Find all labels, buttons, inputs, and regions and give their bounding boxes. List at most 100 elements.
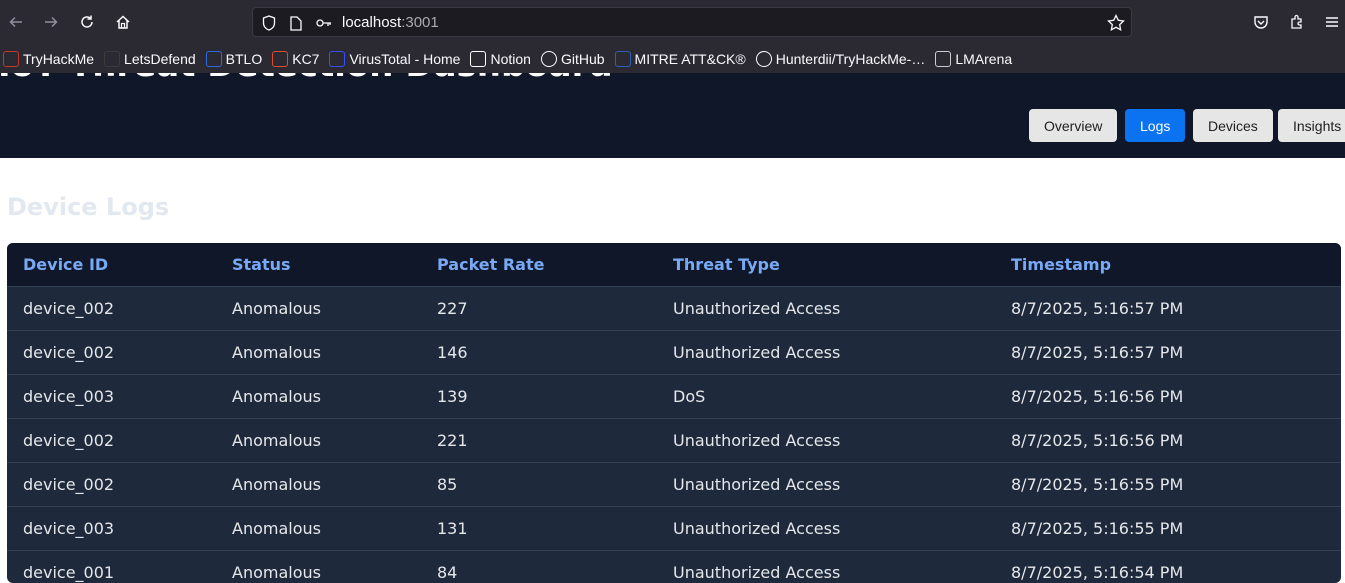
timestamp-cell: 8/7/2025, 5:16:55 PM — [1011, 519, 1184, 538]
pocket-icon[interactable] — [1249, 10, 1273, 34]
packet-rate-cell: 85 — [437, 475, 458, 494]
bookmark-label: GitHub — [560, 50, 605, 67]
status-cell: Anomalous — [232, 475, 321, 494]
address-bar[interactable]: localhost:3001 — [252, 7, 1132, 37]
bookmark-label: LetsDefend — [124, 50, 196, 67]
virustotal-icon — [329, 50, 346, 67]
threat-type-cell: Unauthorized Access — [673, 563, 841, 582]
page-title: IoT Threat Detection Dashboard — [0, 73, 613, 85]
device-id-cell: device_002 — [23, 431, 115, 450]
table-header: Device ID Status Packet Rate Threat Type… — [7, 243, 1341, 286]
status-cell: Anomalous — [232, 299, 321, 318]
column-header-device-id[interactable]: Device ID — [23, 255, 108, 274]
device-id-cell: device_002 — [23, 475, 115, 494]
shield-icon[interactable] — [260, 14, 278, 32]
bookmark-item[interactable]: Notion — [470, 47, 531, 71]
bookmark-item[interactable]: KC7 — [272, 47, 319, 71]
packet-rate-cell: 227 — [437, 299, 468, 318]
device-id-cell: device_003 — [23, 519, 115, 538]
letsdefend-icon — [104, 50, 121, 67]
bookmark-label: VirusTotal - Home — [349, 50, 461, 67]
status-cell: Anomalous — [232, 343, 321, 362]
table-row[interactable]: device_002 Anomalous 85 Unauthorized Access… — [7, 462, 1341, 506]
bookmark-label: LMArena — [955, 50, 1013, 67]
bookmark-label: TryHackMe — [23, 50, 95, 67]
github-icon — [540, 50, 557, 67]
bookmark-item[interactable]: LetsDefend — [104, 47, 196, 71]
table-row[interactable]: device_002 Anomalous 221 Unauthorized Acces… — [7, 418, 1341, 462]
status-cell: Anomalous — [232, 519, 321, 538]
notion-icon — [470, 50, 487, 67]
packet-rate-cell: 139 — [437, 387, 468, 406]
bookmark-item[interactable]: GitHub — [540, 47, 605, 71]
nav-overview-button[interactable]: Overview — [1029, 109, 1118, 142]
timestamp-cell: 8/7/2025, 5:16:55 PM — [1011, 475, 1184, 494]
extensions-icon[interactable] — [1285, 10, 1309, 34]
bookmark-label: Notion — [490, 50, 531, 67]
page-icon — [287, 14, 305, 32]
nav-insights-button[interactable]: Insights — [1278, 109, 1345, 142]
url-port: :3001 — [401, 14, 439, 31]
packet-rate-cell: 84 — [437, 563, 458, 582]
timestamp-cell: 8/7/2025, 5:16:57 PM — [1011, 343, 1184, 362]
threat-type-cell: Unauthorized Access — [673, 299, 841, 318]
browser-toolbar: localhost:3001 — [0, 0, 1345, 44]
status-cell: Anomalous — [232, 431, 321, 450]
bookmark-item[interactable]: BTLO — [205, 47, 262, 71]
home-icon[interactable] — [111, 10, 135, 34]
column-header-packet-rate[interactable]: Packet Rate — [437, 255, 544, 274]
table-row[interactable]: device_002 Anomalous 227 Unauthorized Acces… — [7, 286, 1341, 330]
nav-logs-button[interactable]: Logs — [1125, 109, 1186, 142]
bookmarks-bar: TryHackMe LetsDefend BTLO KC7 VirusTotal - H… — [0, 44, 1345, 73]
nav-devices-button[interactable]: Devices — [1193, 109, 1273, 142]
threat-type-cell: Unauthorized Access — [673, 519, 841, 538]
device-id-cell: device_003 — [23, 387, 115, 406]
threat-type-cell: Unauthorized Access — [673, 431, 841, 450]
grid-icon — [935, 50, 952, 67]
column-header-status[interactable]: Status — [232, 255, 291, 274]
threat-type-cell: Unauthorized Access — [673, 475, 841, 494]
menu-icon[interactable] — [1320, 10, 1344, 34]
packet-rate-cell: 146 — [437, 343, 468, 362]
section-title: Device Logs — [7, 193, 170, 221]
forward-arrow-icon[interactable] — [39, 10, 63, 34]
column-header-timestamp[interactable]: Timestamp — [1011, 255, 1111, 274]
threat-type-cell: Unauthorized Access — [673, 343, 841, 362]
table-row[interactable]: device_003 Anomalous 139 DoS 8/7/2025, 5:16:… — [7, 374, 1341, 418]
device-id-cell: device_002 — [23, 299, 115, 318]
mitre-icon — [614, 50, 631, 67]
timestamp-cell: 8/7/2025, 5:16:54 PM — [1011, 563, 1184, 582]
bookmark-item[interactable]: LMArena — [935, 47, 1012, 71]
bookmark-item[interactable]: MITRE ATT&CK® — [614, 47, 746, 71]
btlo-icon — [205, 50, 222, 67]
packet-rate-cell: 221 — [437, 431, 468, 450]
dashboard-header: IoT Threat Detection Dashboard Overview … — [0, 73, 1345, 158]
tryhackme-icon — [3, 50, 19, 67]
bookmark-star-icon[interactable] — [1107, 14, 1125, 32]
table-row[interactable]: device_003 Anomalous 131 Unauthorized Acces… — [7, 506, 1341, 550]
key-icon[interactable] — [315, 14, 333, 32]
bookmark-label: KC7 — [292, 50, 320, 67]
url-text[interactable]: localhost:3001 — [342, 14, 439, 31]
packet-rate-cell: 131 — [437, 519, 468, 538]
table-row[interactable]: device_002 Anomalous 146 Unauthorized Acces… — [7, 330, 1341, 374]
bookmark-item[interactable]: VirusTotal - Home — [329, 47, 460, 71]
timestamp-cell: 8/7/2025, 5:16:57 PM — [1011, 299, 1184, 318]
github-icon — [755, 50, 772, 67]
status-cell: Anomalous — [232, 387, 321, 406]
url-host: localhost — [342, 14, 402, 31]
bookmark-item[interactable]: Hunterdii/TryHackMe-… — [755, 47, 926, 71]
bookmark-label: Hunterdii/TryHackMe-… — [775, 50, 926, 67]
back-arrow-icon[interactable] — [4, 10, 28, 34]
status-cell: Anomalous — [232, 563, 321, 582]
device-id-cell: device_002 — [23, 343, 115, 362]
bookmark-item[interactable]: TryHackMe — [3, 47, 94, 71]
kc7-icon — [272, 50, 289, 67]
bookmark-label: MITRE ATT&CK® — [634, 50, 746, 67]
timestamp-cell: 8/7/2025, 5:16:56 PM — [1011, 387, 1184, 406]
threat-type-cell: DoS — [673, 387, 706, 406]
reload-icon[interactable] — [75, 10, 99, 34]
table-row[interactable]: device_001 Anomalous 84 Unauthorized Access… — [7, 550, 1341, 583]
column-header-threat-type[interactable]: Threat Type — [673, 255, 780, 274]
device-id-cell: device_001 — [23, 563, 115, 582]
